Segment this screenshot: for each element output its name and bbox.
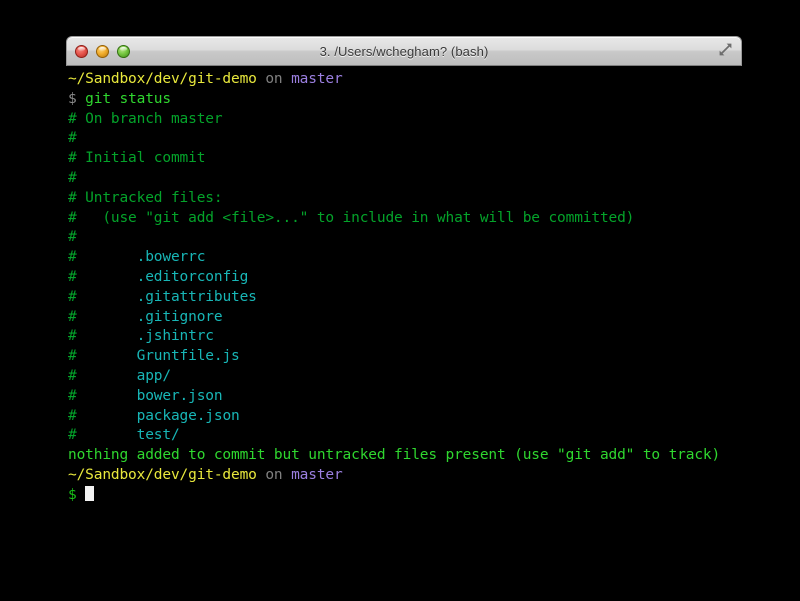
hash-prefix: # <box>68 387 137 404</box>
minimize-button[interactable] <box>96 44 109 58</box>
zoom-button[interactable] <box>117 44 130 58</box>
untracked-file-row: # package.json <box>68 407 742 427</box>
fullscreen-button[interactable] <box>718 37 733 65</box>
git-output-line: # (use "git add <file>..." to include in… <box>68 209 635 226</box>
command-line: $ git status <box>68 90 742 110</box>
hash-prefix: # <box>68 308 137 325</box>
untracked-file-name: .gitignore <box>136 308 223 325</box>
git-output-line: # Initial commit <box>68 150 206 167</box>
untracked-file-name: .gitattributes <box>136 288 257 305</box>
prompt-on-keyword: on <box>256 466 292 483</box>
untracked-file-row: # .editorconfig <box>68 268 742 288</box>
hash-prefix: # <box>68 427 137 444</box>
terminal-output-area[interactable]: ~/Sandbox/dev/git-demo on master $ git s… <box>66 66 742 590</box>
untracked-file-name: .bowerrc <box>136 249 206 266</box>
command-text: git status <box>85 90 171 107</box>
text-cursor <box>85 485 94 501</box>
hash-prefix: # <box>68 249 137 266</box>
prompt-branch: master <box>291 71 343 87</box>
title-bar[interactable]: 3. /Users/wchegham? (bash) <box>66 36 742 66</box>
terminal-window[interactable]: 3. /Users/wchegham? (bash) ~/Sandbox/dev… <box>66 36 742 590</box>
expand-diagonal-arrows-icon <box>718 42 733 61</box>
prompt-line-bottom: ~/Sandbox/dev/git-demo on master <box>68 466 742 486</box>
hash-prefix: # <box>68 367 137 384</box>
untracked-file-name: .editorconfig <box>136 268 249 285</box>
prompt-symbol: $ <box>68 90 86 107</box>
input-line[interactable]: $ <box>68 485 742 506</box>
prompt-path: ~/Sandbox/dev/git-demo <box>68 71 257 87</box>
untracked-file-row: # .bowerrc <box>68 248 742 268</box>
hash-prefix: # <box>68 288 137 305</box>
hash-prefix: # <box>68 407 137 424</box>
window-title: 3. /Users/wchegham? (bash) <box>319 43 489 59</box>
hash-prefix: # <box>68 268 137 285</box>
untracked-file-name: test/ <box>136 427 180 444</box>
git-output-line: # <box>68 130 77 147</box>
untracked-file-name: package.json <box>136 407 240 424</box>
traffic-light-group <box>75 37 130 65</box>
untracked-file-name: bower.json <box>136 387 223 404</box>
untracked-file-name: Gruntfile.js <box>136 348 240 365</box>
untracked-file-row: # .gitattributes <box>68 288 742 308</box>
git-output-line: # Untracked files: <box>68 189 223 206</box>
untracked-file-name: .jshintrc <box>136 328 214 345</box>
git-output-line: # On branch master <box>68 110 223 127</box>
status-line: nothing added to commit but untracked fi… <box>68 447 721 464</box>
prompt-path: ~/Sandbox/dev/git-demo <box>68 466 257 483</box>
git-output-line: # <box>68 169 77 186</box>
untracked-file-name: app/ <box>136 367 171 384</box>
untracked-file-row: # bower.json <box>68 387 742 407</box>
untracked-file-row: # test/ <box>68 426 742 446</box>
untracked-file-row: # app/ <box>68 367 742 387</box>
prompt-symbol: $ <box>68 486 86 503</box>
untracked-file-row: # Gruntfile.js <box>68 347 742 367</box>
prompt-on-keyword: on <box>256 71 292 87</box>
close-button[interactable] <box>75 44 88 58</box>
hash-prefix: # <box>68 348 137 365</box>
prompt-branch: master <box>291 466 343 483</box>
hash-prefix: # <box>68 328 137 345</box>
prompt-line-top: ~/Sandbox/dev/git-demo on master <box>68 70 742 90</box>
untracked-file-row: # .gitignore <box>68 308 742 328</box>
untracked-file-row: # .jshintrc <box>68 327 742 347</box>
git-output-line: # <box>68 229 77 246</box>
